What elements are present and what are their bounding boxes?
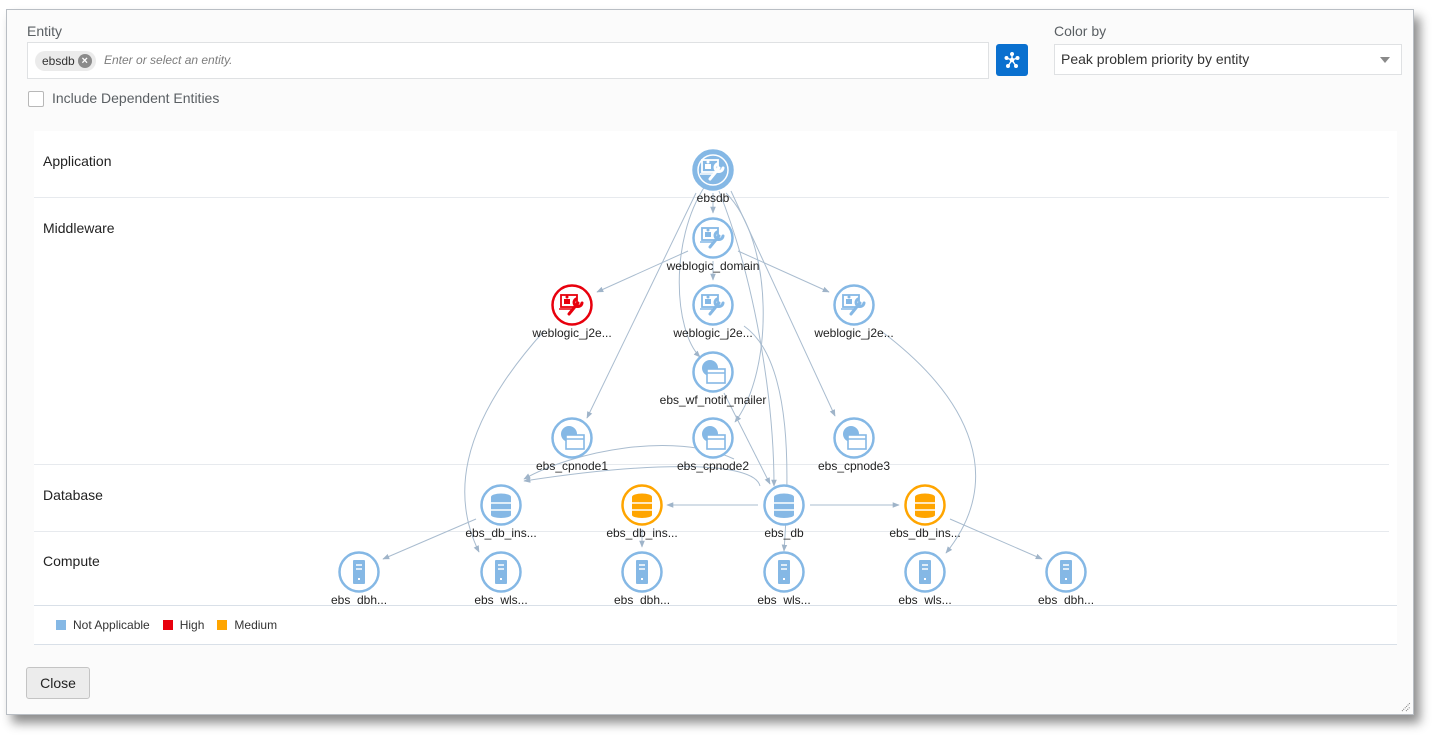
edge-dbi3-h6: [949, 518, 1043, 560]
edge-ebsdb-cp3: [730, 190, 836, 417]
node-label: ebs_db_ins...: [465, 526, 536, 540]
node-circle: [551, 284, 593, 326]
host-server-icon: [919, 560, 931, 584]
node-label: ebs_cpnode1: [536, 459, 608, 473]
entity-search-input[interactable]: [102, 52, 606, 68]
legend-item-not-applicable: Not Applicable: [56, 618, 150, 632]
node-j2e1[interactable]: weblogic_j2e...: [531, 284, 612, 341]
edge-dbi1-h1: [382, 518, 477, 560]
node-dbi2[interactable]: ebs_db_ins...: [606, 484, 678, 541]
node-h3[interactable]: ebs_dbh...: [614, 551, 670, 606]
legend-label: Not Applicable: [73, 618, 150, 632]
topology-button[interactable]: [996, 44, 1028, 76]
node-circle: [692, 217, 734, 259]
node-label: weblogic_j2e...: [531, 326, 611, 340]
legend-swatch: [162, 620, 173, 630]
remove-chip-icon[interactable]: ×: [77, 54, 92, 68]
database-icon: [774, 493, 794, 518]
node-label: weblogic_domain: [666, 259, 760, 273]
color-by-select[interactable]: Peak problem priority by entity: [1054, 44, 1402, 75]
host-server-icon: [636, 560, 648, 584]
node-cp1[interactable]: ebs_cpnode1: [536, 417, 608, 474]
node-label: ebs_wls...: [757, 593, 810, 605]
node-label: ebs_db: [764, 526, 804, 540]
topology-icon: [1004, 52, 1020, 68]
entity-chip: ebsdb ×: [35, 51, 96, 71]
node-mailer[interactable]: ebs_wf_notif_mailer: [660, 351, 767, 408]
chevron-down-icon: [1380, 57, 1390, 63]
legend: Not Applicable High Medium: [56, 618, 290, 632]
database-icon: [491, 493, 511, 518]
node-h5[interactable]: ebs_wls...: [898, 551, 952, 606]
topology-graph: Application Middleware Database Compute …: [34, 131, 1397, 645]
node-dbi1[interactable]: ebs_db_ins...: [465, 484, 537, 541]
node-label: ebs_wf_notif_mailer: [660, 393, 767, 407]
node-circle: [692, 284, 734, 326]
host-server-icon: [778, 560, 790, 584]
node-h6[interactable]: ebs_dbh...: [1038, 551, 1094, 606]
node-h4[interactable]: ebs_wls...: [757, 551, 811, 606]
node-label: ebs_cpnode3: [818, 459, 890, 473]
host-server-icon: [353, 560, 365, 584]
edge-ebsdb-cp1: [586, 192, 697, 419]
legend-label: Medium: [234, 618, 278, 632]
include-dependent-checkbox[interactable]: [28, 91, 44, 107]
include-dependent-label[interactable]: Include Dependent Entities: [52, 90, 219, 106]
node-label: ebs_dbh...: [331, 593, 387, 605]
host-server-icon: [495, 560, 507, 584]
node-label: ebs_db_ins...: [606, 526, 677, 540]
legend-item-high: High: [162, 618, 205, 632]
topology-dialog: Entity ebsdb × Color by Peak problem pri…: [6, 9, 1414, 715]
node-label: ebs_wls...: [474, 593, 527, 605]
node-label: ebs_dbh...: [614, 593, 670, 605]
legend-divider: [34, 605, 1397, 606]
node-dbi3[interactable]: ebs_db_ins...: [889, 484, 961, 541]
database-icon: [915, 493, 935, 518]
node-label: ebs_dbh...: [1038, 593, 1094, 605]
entity-label: Entity: [27, 23, 63, 39]
node-cp3[interactable]: ebs_cpnode3: [818, 417, 890, 474]
node-ebs_db[interactable]: ebs_db: [763, 484, 805, 541]
legend-label: High: [179, 618, 205, 632]
node-label: ebsdb: [697, 191, 730, 205]
node-label: ebs_cpnode2: [677, 459, 749, 473]
host-server-icon: [1060, 560, 1072, 584]
node-h2[interactable]: ebs_wls...: [474, 551, 528, 606]
node-cp2[interactable]: ebs_cpnode2: [677, 417, 749, 474]
graph-canvas: ebsdb weblogic_domain weblogic_j2e... we…: [331, 149, 1094, 606]
node-label: weblogic_j2e...: [672, 326, 752, 340]
entity-chip-label: ebsdb: [42, 54, 75, 68]
node-label: ebs_wls...: [898, 593, 951, 605]
entity-selector[interactable]: ebsdb ×: [27, 42, 989, 79]
color-by-label: Color by: [1054, 23, 1107, 39]
node-circle: [692, 149, 734, 191]
resize-handle-icon[interactable]: [1401, 702, 1411, 712]
node-j2e2[interactable]: weblogic_j2e...: [672, 284, 753, 341]
database-icon: [632, 493, 652, 518]
close-button[interactable]: Close: [26, 667, 90, 699]
color-by-value: Peak problem priority by entity: [1061, 51, 1250, 67]
legend-item-medium: Medium: [217, 618, 277, 632]
legend-divider: [34, 644, 1397, 645]
node-h1[interactable]: ebs_dbh...: [331, 551, 387, 606]
legend-swatch: [217, 620, 228, 630]
node-label: weblogic_j2e...: [813, 326, 893, 340]
legend-swatch: [56, 620, 66, 630]
node-ebsdb[interactable]: ebsdb: [692, 149, 734, 206]
node-j2e3[interactable]: weblogic_j2e...: [813, 284, 894, 341]
node-label: ebs_db_ins...: [889, 526, 960, 540]
node-circle: [833, 284, 875, 326]
